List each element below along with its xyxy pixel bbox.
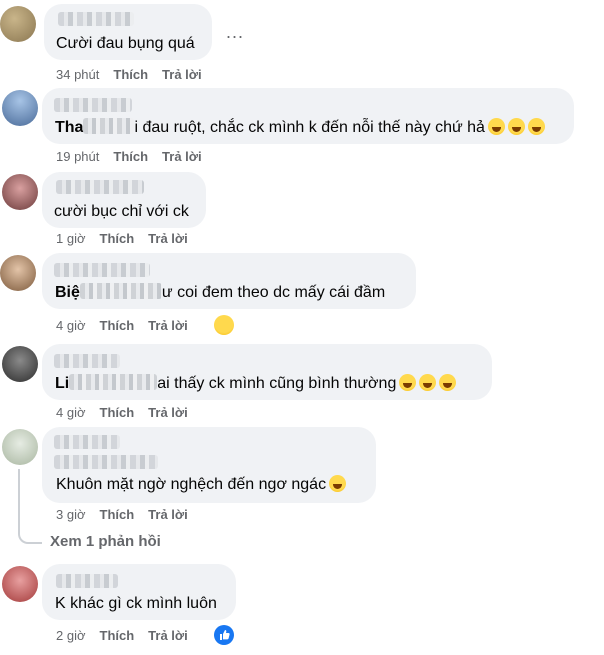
comment-bubble: Biệ ư coi đem theo dc mấy cái đầm <box>42 253 416 309</box>
avatar[interactable] <box>0 255 36 291</box>
comment-meta: 1 giờ Thích Trả lời <box>56 231 202 246</box>
author-name[interactable] <box>56 180 144 194</box>
comment-text: cười bục chỉ với ck <box>54 203 189 220</box>
comment-text: K khác gì ck mình luôn <box>55 595 217 612</box>
view-replies-link[interactable]: Xem 1 phản hồi <box>50 533 161 550</box>
author-name[interactable] <box>58 12 134 26</box>
like-button[interactable]: Thích <box>100 628 135 643</box>
thread-connector <box>18 469 42 544</box>
comment-meta: 2 giờ Thích Trả lời <box>56 628 202 643</box>
timestamp[interactable]: 2 giờ <box>56 628 86 643</box>
reply-button[interactable]: Trả lời <box>148 231 188 246</box>
author-name[interactable] <box>56 574 118 588</box>
comment-meta: 34 phút Thích Trả lời <box>56 67 216 82</box>
comment-text: Biệ ư coi đem theo dc mấy cái đầm <box>55 283 386 301</box>
thumbs-up-icon <box>220 630 230 640</box>
reply-button[interactable]: Trả lời <box>148 318 188 333</box>
comment-bubble: Li ai thấy ck mình cũng bình thường <box>42 344 492 400</box>
reply-button[interactable]: Trả lời <box>162 67 202 82</box>
comment-text: Khuôn mặt ngờ nghệch đến ngơ ngác <box>56 475 347 495</box>
laughing-emoji[interactable] <box>214 315 234 335</box>
redacted-name <box>83 118 135 134</box>
avatar[interactable] <box>0 6 36 42</box>
comment-meta: 3 giờ Thích Trả lời <box>56 507 202 522</box>
redacted-name <box>69 374 158 390</box>
redacted-name <box>79 283 162 299</box>
author-name-line2 <box>54 455 158 469</box>
comment-bubble: K khác gì ck mình luôn <box>42 564 236 620</box>
more-options-icon[interactable]: ... <box>226 22 244 43</box>
comment-bubble: cười bục chỉ với ck <box>42 172 206 228</box>
laughing-emoji <box>507 118 525 135</box>
comment-text: Tha i đau ruột, chắc ck mình k đến nỗi th… <box>55 118 545 138</box>
avatar[interactable] <box>2 346 38 382</box>
avatar[interactable] <box>2 429 38 465</box>
reply-button[interactable]: Trả lời <box>148 628 188 643</box>
reply-button[interactable]: Trả lời <box>148 507 188 522</box>
laughing-emoji <box>399 374 417 391</box>
timestamp[interactable]: 4 giờ <box>56 318 86 333</box>
comment-bubble: Cười đau bụng quá <box>44 4 212 60</box>
comment-meta: 4 giờ Thích Trả lời <box>56 405 202 420</box>
timestamp[interactable]: 34 phút <box>56 67 99 82</box>
avatar[interactable] <box>2 90 38 126</box>
author-name[interactable] <box>54 98 132 112</box>
laughing-emoji <box>527 118 545 135</box>
timestamp[interactable]: 19 phút <box>56 149 99 164</box>
like-button[interactable]: Thích <box>100 318 135 333</box>
like-button[interactable]: Thích <box>113 67 148 82</box>
comment-bubble: Khuôn mặt ngờ nghệch đến ngơ ngác <box>42 427 376 503</box>
like-button[interactable]: Thích <box>100 507 135 522</box>
reply-button[interactable]: Trả lời <box>162 149 202 164</box>
timestamp[interactable]: 3 giờ <box>56 507 86 522</box>
timestamp[interactable]: 4 giờ <box>56 405 86 420</box>
like-button[interactable]: Thích <box>100 231 135 246</box>
comment-text: Li ai thấy ck mình cũng bình thường <box>55 374 457 394</box>
author-name[interactable] <box>54 263 150 277</box>
comment-meta: 19 phút Thích Trả lời <box>56 149 216 164</box>
rofl-emoji <box>329 475 347 492</box>
like-button[interactable]: Thích <box>113 149 148 164</box>
comment-meta: 4 giờ Thích Trả lời <box>56 318 202 333</box>
author-name[interactable] <box>54 435 120 449</box>
comment-bubble: Tha i đau ruột, chắc ck mình k đến nỗi th… <box>42 88 574 144</box>
like-button[interactable]: Thích <box>100 405 135 420</box>
avatar[interactable] <box>2 566 38 602</box>
comment-text: Cười đau bụng quá <box>56 35 195 52</box>
author-name[interactable] <box>54 354 120 368</box>
reply-button[interactable]: Trả lời <box>148 405 188 420</box>
like-reaction-icon[interactable] <box>214 625 234 645</box>
avatar[interactable] <box>2 174 38 210</box>
laughing-emoji <box>439 374 457 391</box>
laughing-emoji <box>419 374 437 391</box>
timestamp[interactable]: 1 giờ <box>56 231 86 246</box>
laughing-emoji <box>487 118 505 135</box>
